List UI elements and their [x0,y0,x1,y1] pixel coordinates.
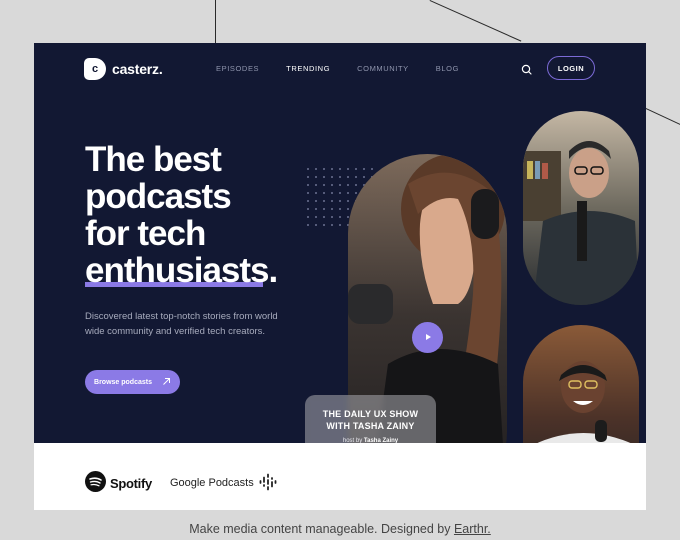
spotify-label: Spotify [110,475,152,491]
brand-name: casterz. [112,61,163,77]
designer-link[interactable]: Earthr. [454,522,491,536]
nav-item-episodes[interactable]: EPISODES [216,64,259,73]
google-podcasts-label: Google Podcasts [169,477,254,489]
hero-title-line: The best [85,140,222,179]
host-photo-2 [523,111,639,305]
show-title-line: WITH TASHA ZAINY [326,421,415,431]
spotify-logo[interactable]: Spotify [85,471,152,495]
browse-podcasts-button[interactable]: Browse podcasts [85,370,180,394]
google-podcasts-logo[interactable]: Google Podcasts [170,473,277,494]
nav-item-trending[interactable]: TRENDING [286,64,330,73]
hero-title-line: podcasts [85,177,232,216]
nav-item-community[interactable]: COMMUNITY [357,64,409,73]
hero-title-highlight: enthusiasts [85,251,269,290]
google-podcasts-icon [259,473,277,494]
footer-caption: Make media content manageable. Designed … [0,522,680,536]
landing-page-frame: c casterz. EPISODES TRENDING COMMUNITY B… [34,43,646,510]
spotify-icon [85,471,106,495]
arrow-up-right-icon [162,377,171,388]
play-button[interactable] [412,322,443,353]
play-icon [423,329,433,347]
caption-text: Make media content manageable. Designed … [189,522,454,536]
search-icon[interactable] [520,63,534,77]
decorative-line [645,108,680,126]
decorative-line [429,0,522,42]
partner-logos: Spotify Google Podcasts [85,471,277,495]
cta-label: Browse podcasts [94,378,152,386]
hero-title-line: for tech [85,214,206,253]
logo-mark-icon: c [84,58,106,80]
login-button[interactable]: LOGIN [547,56,595,80]
nav-item-blog[interactable]: BLOG [436,64,459,73]
show-title-line: THE DAILY UX SHOW [322,409,419,419]
hero-title-period: . [268,251,279,290]
show-title: THE DAILY UX SHOW WITH TASHA ZAINY [305,408,436,432]
main-nav: EPISODES TRENDING COMMUNITY BLOG [216,64,459,73]
decorative-line [215,0,216,43]
brand-logo[interactable]: c casterz. [84,58,163,80]
hero-subtitle: Discovered latest top-notch stories from… [85,311,278,337]
